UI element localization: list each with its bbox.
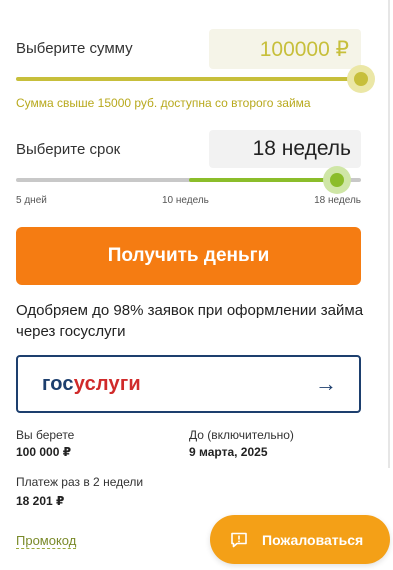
term-input[interactable]: 18 недель <box>209 130 361 168</box>
promo-code-link[interactable]: Промокод <box>16 533 77 549</box>
term-tick-mid: 10 недель <box>162 195 209 206</box>
term-label: Выберите срок <box>16 141 121 158</box>
payment-value: 18 201 ₽ <box>16 494 65 508</box>
term-slider-thumb-dot <box>330 173 344 187</box>
take-label: Вы берете <box>16 428 75 442</box>
panel-divider <box>388 0 390 468</box>
amount-label: Выберите сумму <box>16 40 133 57</box>
complain-button-label: Пожаловаться <box>262 531 364 548</box>
message-alert-icon <box>230 532 248 548</box>
take-value: 100 000 ₽ <box>16 445 72 459</box>
until-value: 9 марта, 2025 <box>189 445 268 459</box>
complain-button[interactable]: Пожаловаться <box>210 515 390 564</box>
gosuslugi-promo-text: Одобряем до 98% заявок при оформлении за… <box>16 302 364 340</box>
term-ticks: 5 дней 10 недель 18 недель <box>16 195 361 209</box>
term-tick-min: 5 дней <box>16 195 47 206</box>
amount-slider-thumb-dot <box>354 72 368 86</box>
until-label: До (включительно) <box>189 428 294 442</box>
amount-slider-track[interactable] <box>16 77 361 81</box>
amount-input[interactable]: 100000 ₽ <box>209 29 361 69</box>
payment-label: Платеж раз в 2 недели <box>16 475 144 489</box>
gosuslugi-logo: госуслуги <box>42 372 141 395</box>
term-slider-fill <box>189 178 337 182</box>
term-tick-max: 18 недель <box>314 195 361 206</box>
amount-hint: Сумма свыше 15000 руб. доступна со второ… <box>16 96 311 110</box>
arrow-right-icon: → <box>315 371 337 396</box>
get-money-button[interactable]: Получить деньги <box>16 227 361 285</box>
gosuslugi-login-button[interactable]: госуслуги → <box>16 355 361 413</box>
